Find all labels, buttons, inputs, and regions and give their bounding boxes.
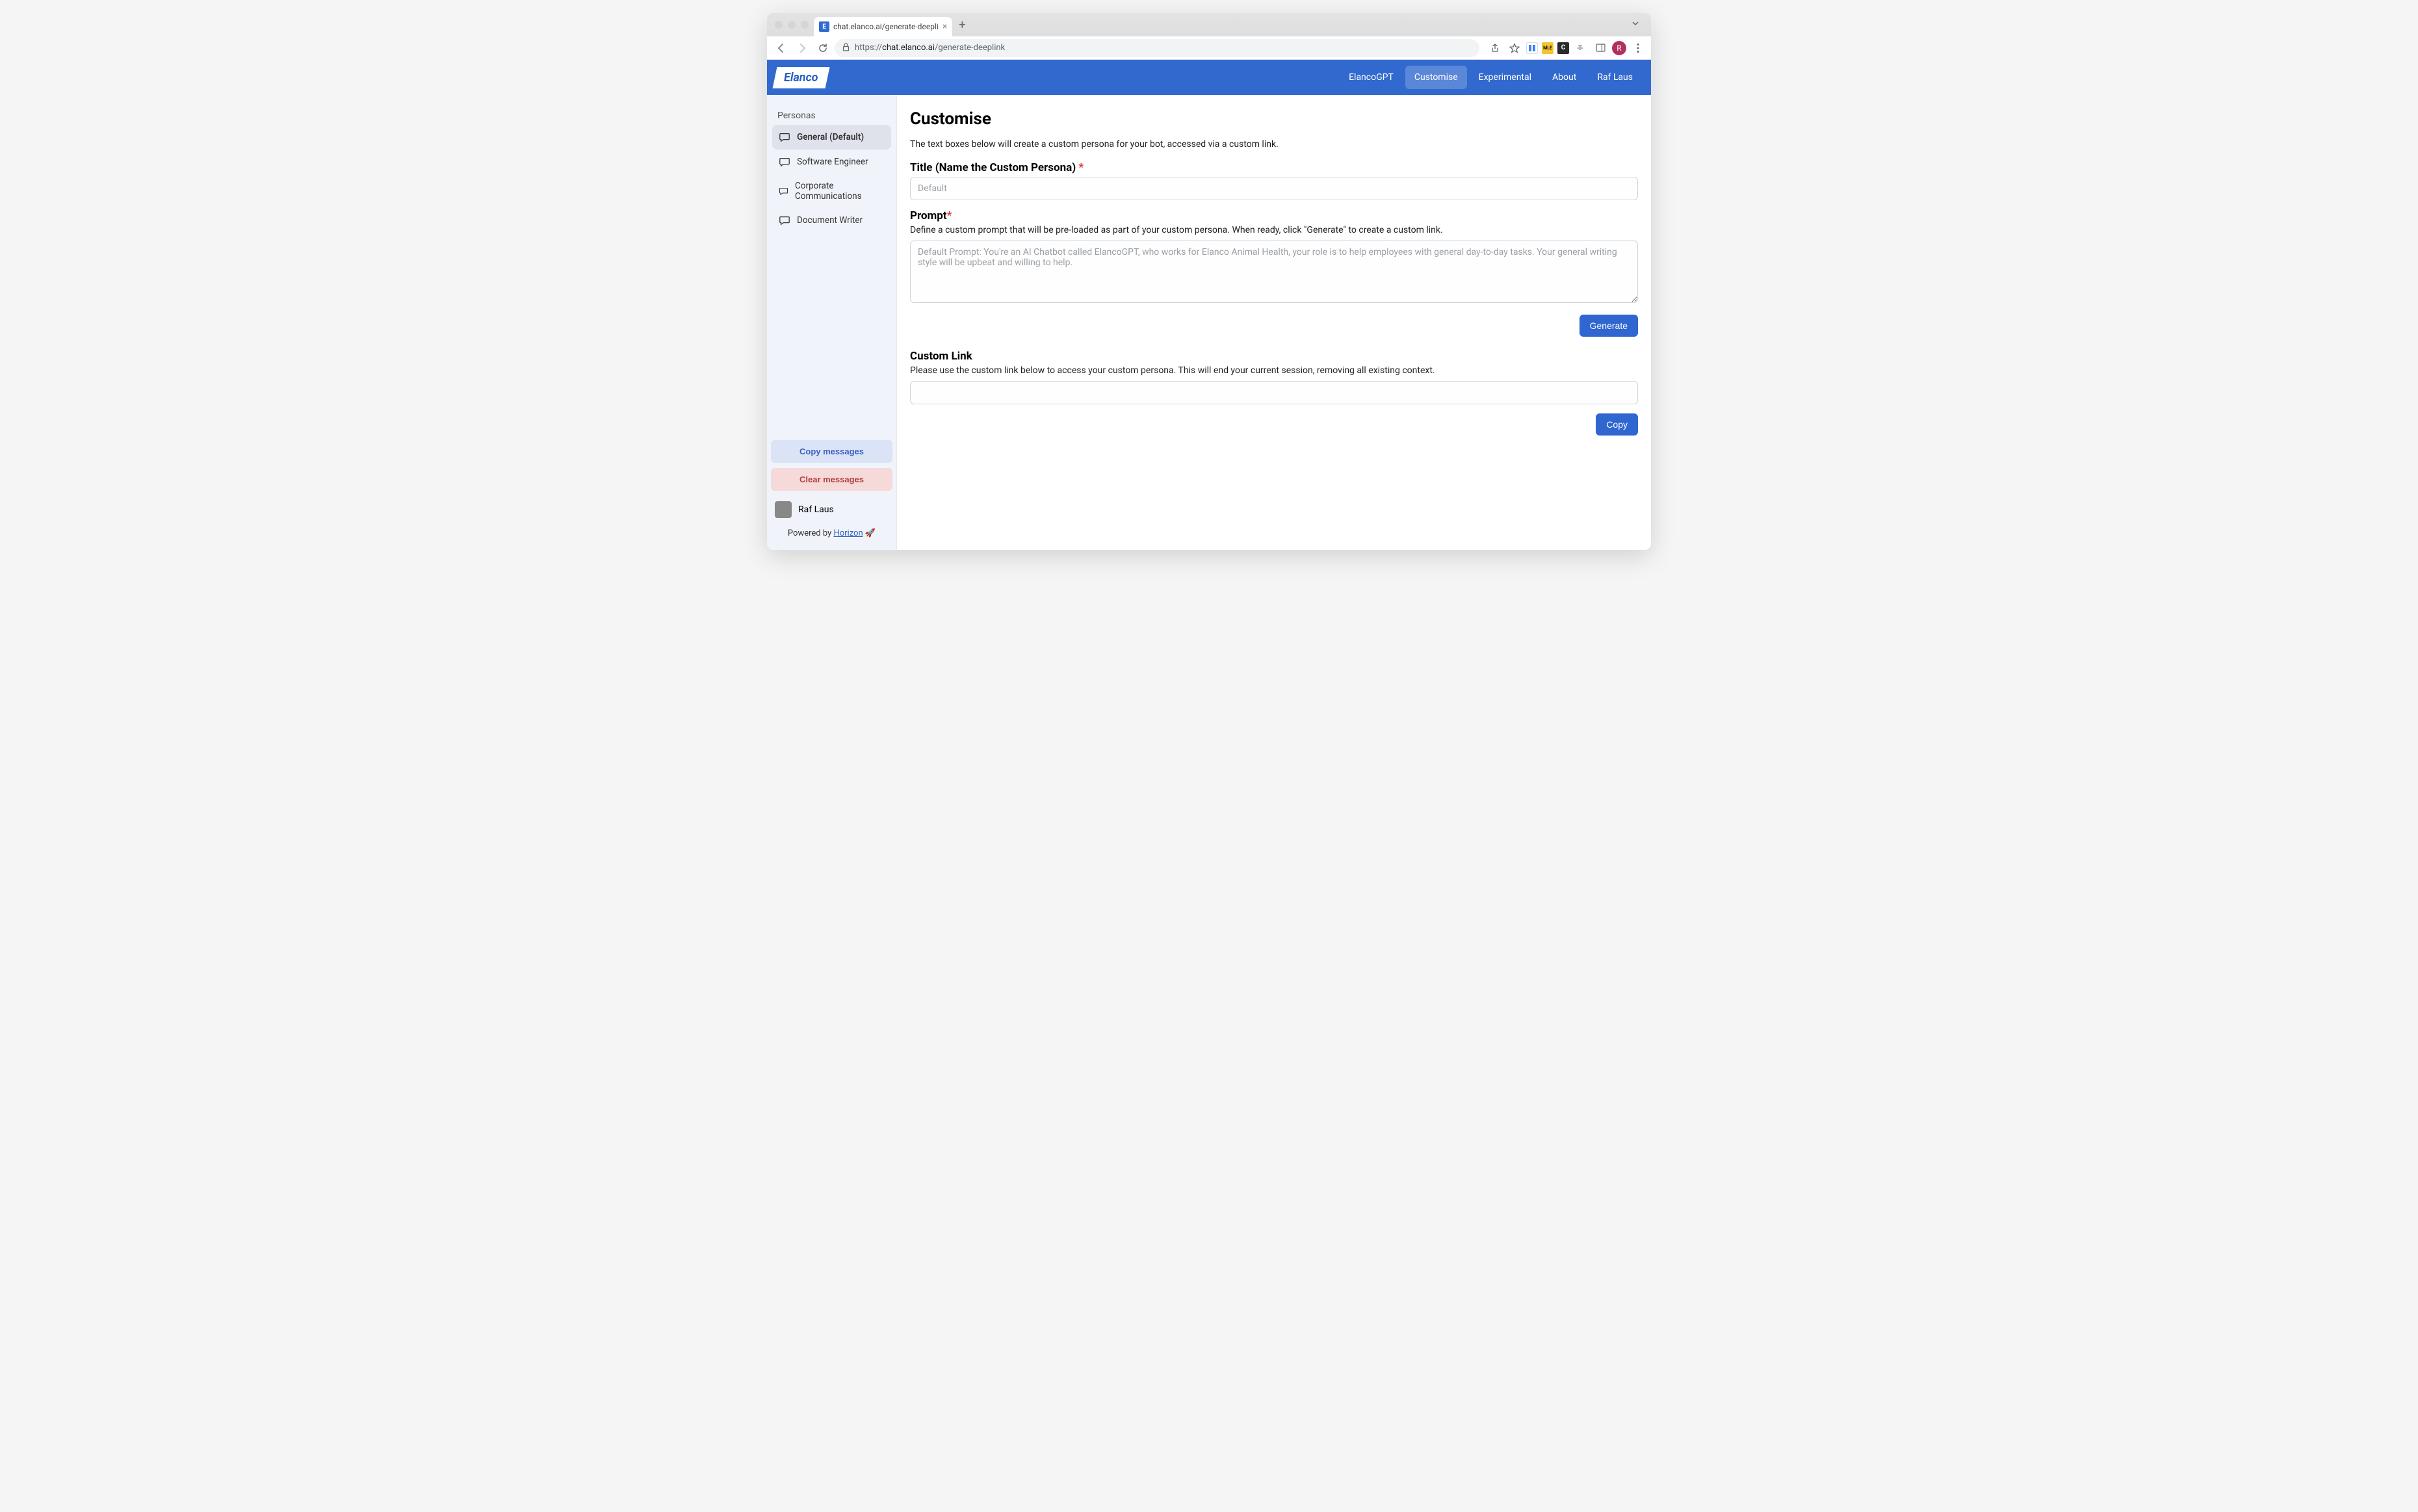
close-window-icon[interactable] — [775, 21, 783, 29]
tab-bar: E chat.elanco.ai/generate-deepli × + — [767, 13, 1651, 36]
title-field-label: Title (Name the Custom Persona) * — [910, 161, 1638, 174]
logo[interactable]: Elanco — [772, 67, 829, 88]
app-body: Personas General (Default) Software Engi… — [767, 95, 1651, 550]
reload-button[interactable] — [814, 39, 832, 57]
header-nav: ElancoGPT Customise Experimental About R… — [1340, 66, 1642, 89]
nav-experimental[interactable]: Experimental — [1470, 66, 1540, 89]
custom-link-input[interactable] — [910, 381, 1638, 404]
sidebar-top: Personas General (Default) Software Engi… — [767, 95, 896, 436]
sidebar: Personas General (Default) Software Engi… — [767, 95, 897, 550]
generate-button[interactable]: Generate — [1580, 315, 1638, 337]
browser-chrome: E chat.elanco.ai/generate-deepli × + — [767, 13, 1651, 60]
window-controls — [772, 21, 814, 29]
browser-menu-icon[interactable] — [1630, 40, 1646, 56]
sidebar-item-label: General (Default) — [797, 132, 864, 142]
required-asterisk-icon: * — [947, 209, 952, 222]
app-header: Elanco ElancoGPT Customise Experimental … — [767, 60, 1651, 95]
url-path: /generate-deeplink — [935, 43, 1005, 53]
sidebar-item-document-writer[interactable]: Document Writer — [772, 208, 891, 233]
horizon-link[interactable]: Horizon — [833, 528, 863, 538]
user-avatar-icon — [775, 501, 792, 518]
extension-icon-3[interactable]: C — [1557, 42, 1569, 54]
user-row[interactable]: Raf Laus — [771, 496, 892, 523]
title-input[interactable] — [910, 177, 1638, 200]
browser-toolbar-right: MLE C R — [1482, 40, 1646, 56]
side-panel-icon[interactable] — [1592, 40, 1608, 56]
tab-title: chat.elanco.ai/generate-deepli — [833, 22, 939, 31]
user-name: Raf Laus — [798, 504, 834, 515]
chat-bubble-icon — [779, 131, 790, 143]
minimize-window-icon[interactable] — [788, 21, 796, 29]
lock-icon — [842, 43, 850, 53]
tabs-dropdown-icon[interactable] — [1625, 20, 1646, 30]
page-description: The text boxes below will create a custo… — [910, 139, 1638, 150]
chat-bubble-icon — [779, 185, 788, 197]
tab-close-icon[interactable]: × — [942, 21, 947, 32]
extensions-puzzle-icon[interactable] — [1573, 40, 1589, 56]
browser-tab[interactable]: E chat.elanco.ai/generate-deepli × — [814, 17, 952, 36]
maximize-window-icon[interactable] — [801, 21, 809, 29]
url-text: https://chat.elanco.ai/generate-deeplink — [855, 43, 1005, 53]
powered-by-prefix: Powered by — [788, 528, 834, 538]
required-asterisk-icon: * — [1078, 161, 1084, 174]
prompt-textarea[interactable] — [910, 241, 1638, 303]
chat-bubble-icon — [779, 156, 790, 168]
prompt-field-label: Prompt* — [910, 209, 1638, 222]
powered-by: Powered by Horizon 🚀 — [771, 523, 892, 546]
new-tab-button[interactable]: + — [952, 18, 972, 32]
nav-user[interactable]: Raf Laus — [1588, 66, 1642, 89]
sidebar-item-software-engineer[interactable]: Software Engineer — [772, 150, 891, 174]
nav-about[interactable]: About — [1543, 66, 1585, 89]
chat-bubble-icon — [779, 215, 790, 226]
main-content: Customise The text boxes below will crea… — [897, 95, 1651, 550]
sidebar-item-label: Corporate Communications — [795, 181, 885, 202]
nav-customise[interactable]: Customise — [1405, 66, 1467, 89]
sidebar-bottom: Copy messages Clear messages Raf Laus Po… — [767, 436, 896, 550]
url-scheme: https:// — [855, 43, 882, 53]
copy-messages-button[interactable]: Copy messages — [771, 440, 892, 463]
url-input[interactable]: https://chat.elanco.ai/generate-deeplink — [835, 39, 1479, 57]
sidebar-item-general[interactable]: General (Default) — [772, 125, 891, 150]
address-bar: https://chat.elanco.ai/generate-deeplink… — [767, 36, 1651, 60]
back-button[interactable] — [772, 39, 790, 57]
custom-link-label: Custom Link — [910, 350, 1638, 363]
prompt-field-help: Define a custom prompt that will be pre-… — [910, 225, 1638, 235]
logo-text: Elanco — [784, 71, 818, 85]
tab-favicon-icon: E — [819, 21, 829, 32]
rocket-icon: 🚀 — [865, 528, 876, 538]
sidebar-item-corporate-communications[interactable]: Corporate Communications — [772, 174, 891, 208]
extension-icon-2[interactable]: MLE — [1542, 42, 1554, 54]
share-icon[interactable] — [1487, 40, 1503, 56]
page-title: Customise — [910, 109, 1638, 129]
sidebar-heading: Personas — [772, 104, 891, 125]
sidebar-item-label: Software Engineer — [797, 157, 868, 167]
sidebar-item-label: Document Writer — [797, 215, 863, 226]
nav-elancogpt[interactable]: ElancoGPT — [1340, 66, 1403, 89]
profile-avatar-icon[interactable]: R — [1612, 41, 1626, 55]
custom-link-help: Please use the custom link below to acce… — [910, 365, 1638, 376]
forward-button[interactable] — [793, 39, 811, 57]
bookmark-star-icon[interactable] — [1507, 40, 1522, 56]
url-domain: chat.elanco.ai — [882, 43, 935, 53]
extension-icon-1[interactable] — [1526, 42, 1538, 54]
clear-messages-button[interactable]: Clear messages — [771, 468, 892, 491]
browser-window: E chat.elanco.ai/generate-deepli × + — [767, 13, 1651, 550]
copy-link-button[interactable]: Copy — [1596, 413, 1638, 436]
